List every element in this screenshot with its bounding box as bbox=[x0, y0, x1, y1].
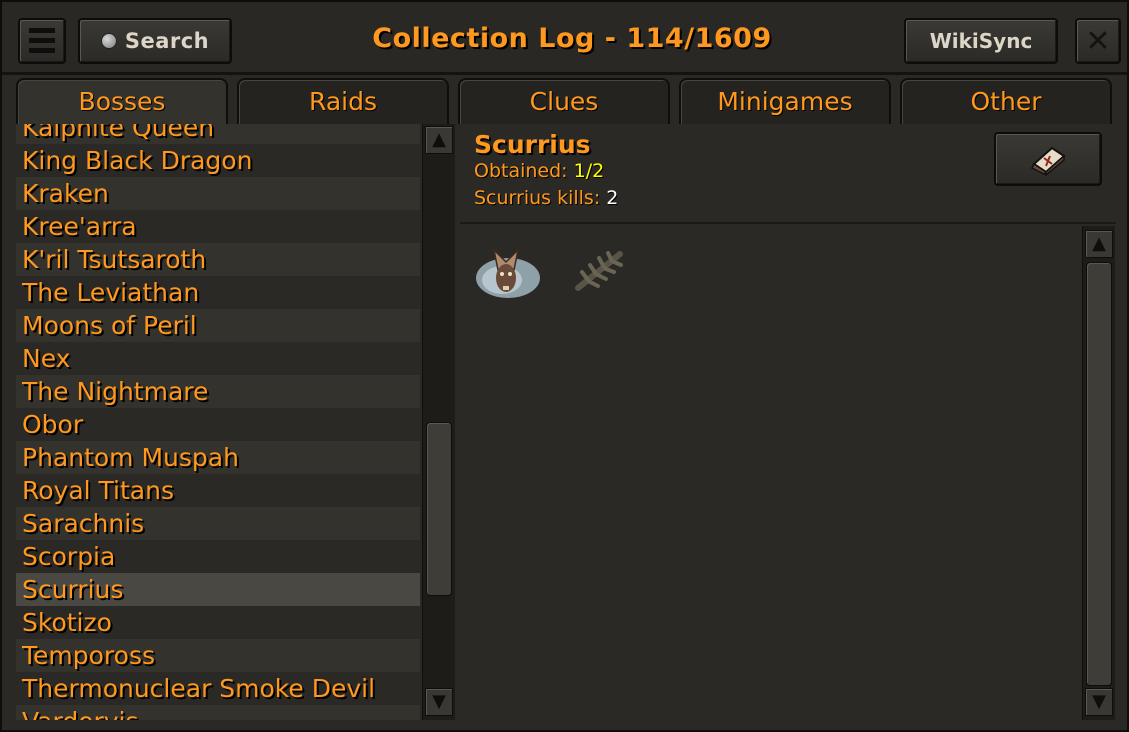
collection-log-window: Search Collection Log - 114/1609 WikiSyn… bbox=[0, 0, 1129, 732]
tab-other[interactable]: Other bbox=[900, 78, 1112, 124]
list-item[interactable]: Kraken bbox=[16, 177, 420, 210]
search-button[interactable]: Search bbox=[78, 18, 232, 64]
list-item[interactable]: Vardorvis bbox=[16, 705, 420, 720]
list-item[interactable]: King Black Dragon bbox=[16, 144, 420, 177]
list-item[interactable]: Royal Titans bbox=[16, 474, 420, 507]
list-item[interactable]: The Leviathan bbox=[16, 276, 420, 309]
search-icon bbox=[100, 33, 117, 49]
scroll-up-arrow-icon[interactable]: ▲ bbox=[425, 126, 453, 154]
list-item[interactable]: Kalphite Queen bbox=[16, 124, 420, 144]
list-item[interactable]: Thermonuclear Smoke Devil bbox=[16, 672, 420, 705]
tab-minigames[interactable]: Minigames bbox=[679, 78, 891, 124]
obtained-label: Obtained: bbox=[474, 160, 574, 182]
list-scroll-thumb[interactable] bbox=[426, 422, 452, 596]
kills-label: Scurrius kills: bbox=[474, 187, 607, 209]
list-item[interactable]: Obor bbox=[16, 408, 420, 441]
wikisync-button[interactable]: WikiSync bbox=[904, 18, 1058, 64]
spine-item-icon[interactable] bbox=[568, 240, 638, 302]
category-tabs: Bosses Raids Clues Minigames Other bbox=[16, 78, 1112, 124]
list-item[interactable]: Moons of Peril bbox=[16, 309, 420, 342]
items-scroll-thumb[interactable] bbox=[1086, 262, 1112, 686]
list-item-selected[interactable]: Scurrius bbox=[16, 573, 420, 606]
close-button[interactable]: ✕ bbox=[1075, 18, 1121, 64]
scroll-down-arrow-icon[interactable]: ▼ bbox=[425, 688, 453, 716]
tab-bosses[interactable]: Bosses bbox=[16, 78, 228, 124]
list-item[interactable]: Nex bbox=[16, 342, 420, 375]
items-scroll-down-arrow-icon[interactable]: ▼ bbox=[1085, 688, 1113, 716]
tab-clues[interactable]: Clues bbox=[458, 78, 670, 124]
boss-name: Scurrius bbox=[474, 130, 591, 159]
boss-list: Kalphite Queen King Black Dragon Kraken … bbox=[16, 124, 420, 720]
list-item[interactable]: Scorpia bbox=[16, 540, 420, 573]
scurrius-pet-icon[interactable] bbox=[472, 240, 542, 302]
hamburger-icon bbox=[29, 28, 55, 54]
list-item[interactable]: Phantom Muspah bbox=[16, 441, 420, 474]
spine-item-icon-graphic bbox=[575, 251, 623, 291]
obtained-value: 1/2 bbox=[573, 160, 605, 182]
book-icon bbox=[1030, 146, 1066, 176]
menu-button[interactable] bbox=[18, 18, 66, 64]
list-item[interactable]: Tempoross bbox=[16, 639, 420, 672]
list-item[interactable]: The Nightmare bbox=[16, 375, 420, 408]
list-item[interactable]: Kree'arra bbox=[16, 210, 420, 243]
kills-value: 2 bbox=[606, 187, 619, 209]
wiki-book-button[interactable] bbox=[994, 132, 1102, 186]
search-label: Search bbox=[124, 29, 210, 53]
list-item[interactable]: K'ril Tsutsaroth bbox=[16, 243, 420, 276]
collection-items-panel bbox=[460, 226, 1080, 720]
list-item[interactable]: Sarachnis bbox=[16, 507, 420, 540]
tab-raids[interactable]: Raids bbox=[237, 78, 449, 124]
close-icon: ✕ bbox=[1085, 23, 1111, 59]
page-title: Collection Log - 114/1609 bbox=[372, 23, 772, 54]
scurrius-pet-icon-graphic bbox=[476, 247, 540, 298]
list-scrollbar[interactable]: ▲ ▼ bbox=[422, 124, 455, 720]
items-scroll-up-arrow-icon[interactable]: ▲ bbox=[1085, 230, 1113, 258]
items-scrollbar[interactable]: ▲ ▼ bbox=[1082, 226, 1115, 720]
obtained-count: Obtained: 1/2 bbox=[474, 160, 604, 182]
kill-count: Scurrius kills: 2 bbox=[474, 187, 618, 209]
header-bar: Search Collection Log - 114/1609 WikiSyn… bbox=[2, 2, 1127, 75]
list-item[interactable]: Skotizo bbox=[16, 606, 420, 639]
